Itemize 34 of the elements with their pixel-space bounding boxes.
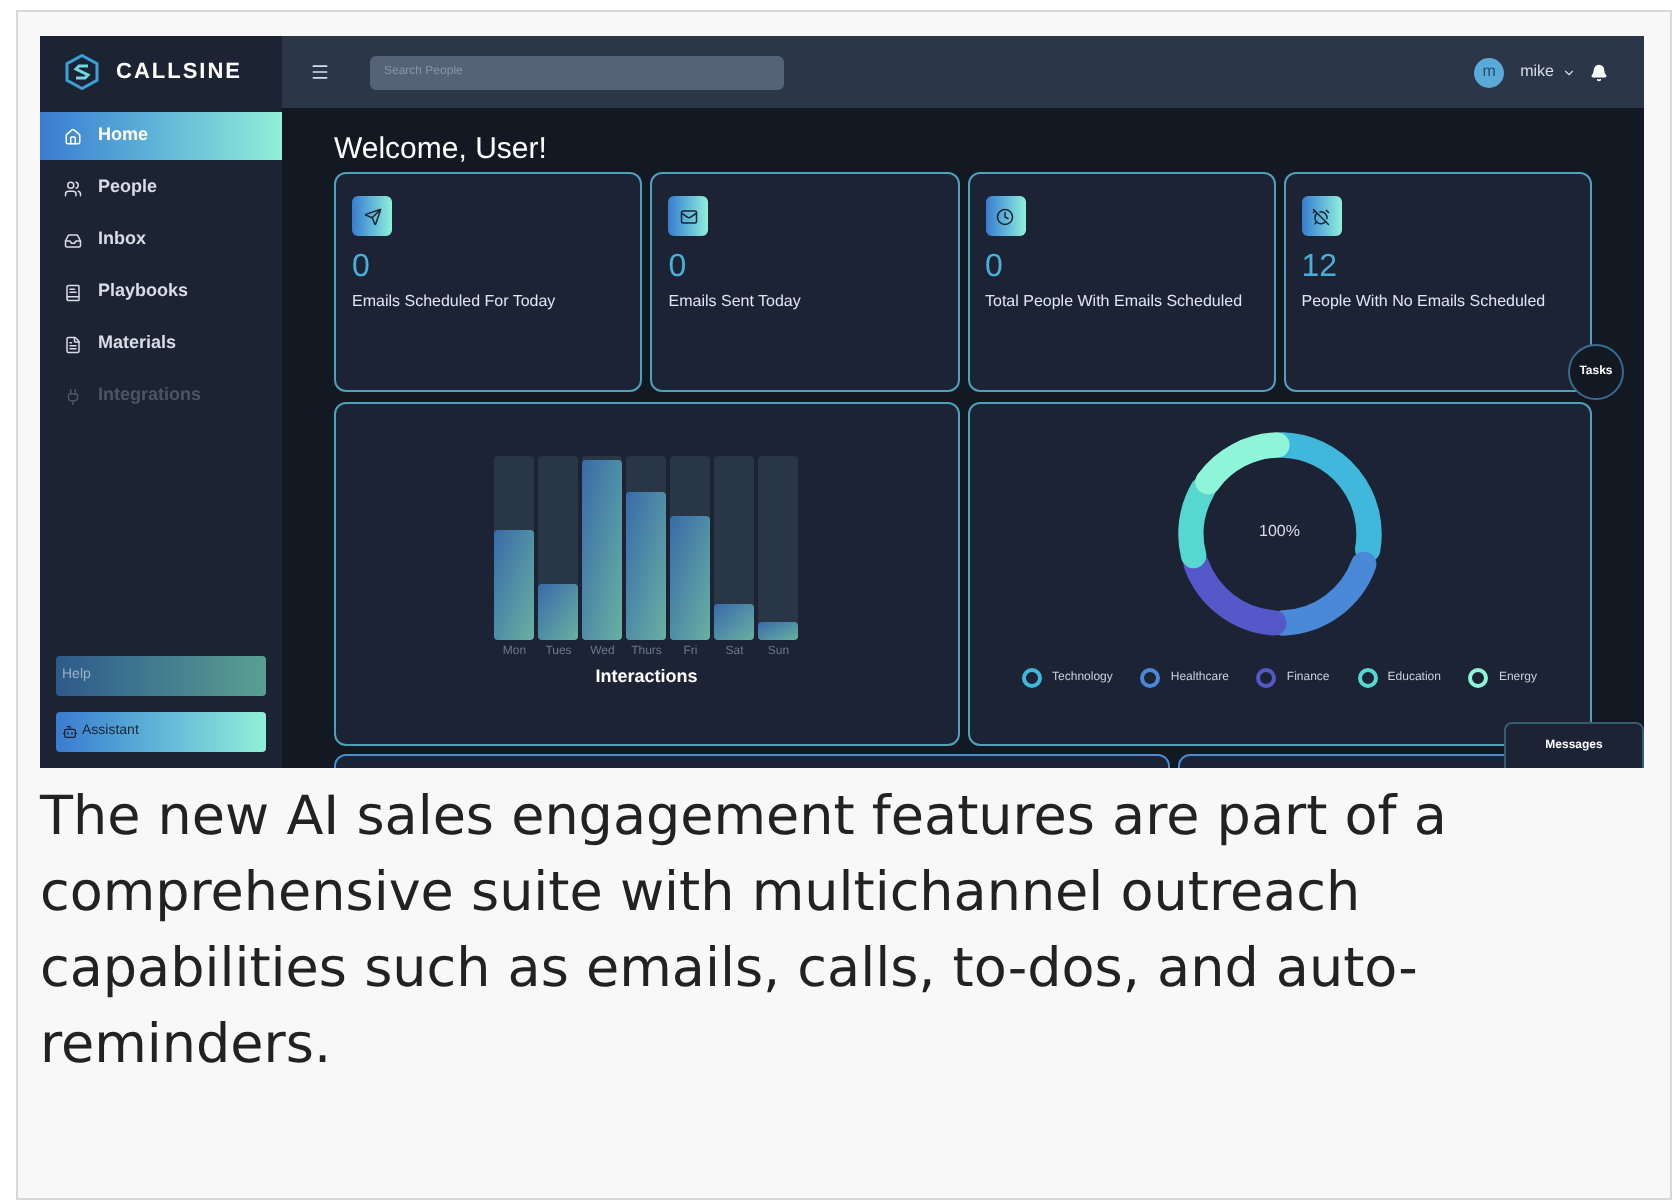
- robot-icon: [62, 724, 78, 740]
- stat-value: 12: [1301, 248, 1340, 288]
- envelope-icon: [679, 207, 698, 225]
- image-caption: The new AI sales engagement features are part of a comprehensive suite with multichannel outreach capabilities such as emails, calls, to-dos, and auto-reminders.: [40, 784, 1449, 1080]
- stat-label: Total People With Emails Scheduled: [985, 290, 1245, 312]
- menu-icon[interactable]: [310, 62, 330, 82]
- sidebar-item[interactable]: Materials: [40, 320, 282, 368]
- user-name[interactable]: mike: [1520, 60, 1554, 84]
- sidebar-item[interactable]: People: [40, 164, 282, 212]
- document-icon: [64, 335, 82, 353]
- stat-value: 0: [668, 248, 689, 288]
- stat-label: People With No Emails Scheduled: [1301, 290, 1548, 312]
- book-icon: [64, 283, 82, 301]
- welcome-heading: Welcome, User!: [334, 132, 549, 168]
- stat-value: 0: [352, 248, 372, 288]
- logo-icon: [64, 54, 100, 90]
- sidebar-item[interactable]: Inbox: [40, 216, 282, 264]
- chevron-down-icon[interactable]: [1562, 65, 1576, 79]
- stat-label: Emails Scheduled For Today: [352, 290, 558, 312]
- plug-icon: [64, 387, 82, 405]
- brand-name: CALLSINE: [116, 57, 242, 88]
- paper-plane-icon: [363, 207, 381, 225]
- stat-value: 0: [985, 248, 1005, 288]
- people-icon: [64, 179, 82, 197]
- chart-title: Interactions: [595, 664, 698, 690]
- clock-icon: [996, 207, 1014, 225]
- house-icon: [64, 127, 82, 145]
- donut-center-label: 100%: [1257, 520, 1302, 544]
- avatar[interactable]: m: [1474, 57, 1505, 87]
- stat-label: Emails Sent Today: [668, 290, 803, 312]
- bell-icon[interactable]: [1590, 63, 1608, 81]
- inbox-icon: [64, 231, 82, 249]
- sidebar-item[interactable]: Playbooks: [40, 268, 282, 316]
- alarm-off-icon: [1312, 207, 1331, 225]
